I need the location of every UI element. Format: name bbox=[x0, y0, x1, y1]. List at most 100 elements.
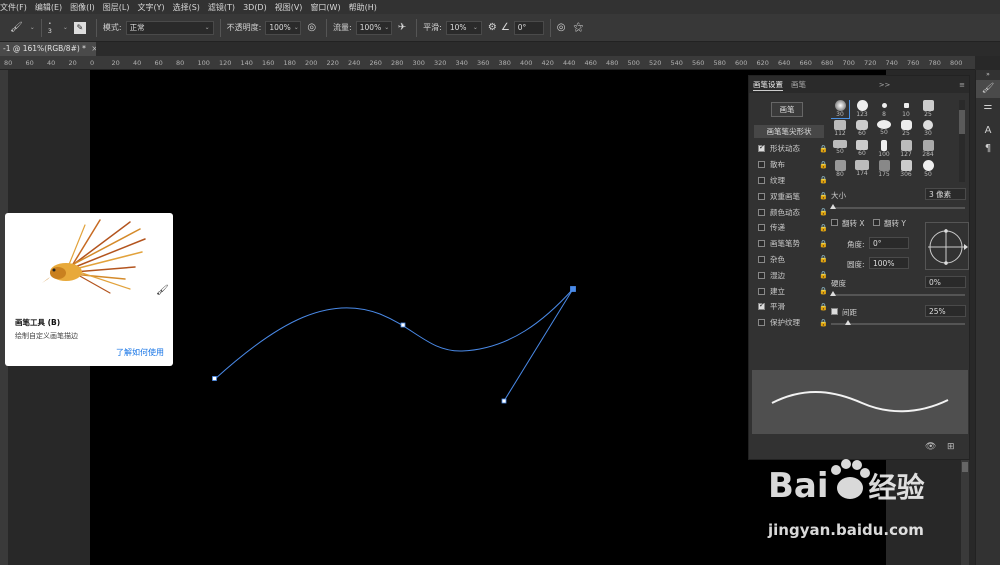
tab-brush-settings[interactable]: 画笔设置 bbox=[753, 79, 783, 91]
menu-window[interactable]: 窗口(W) bbox=[310, 2, 340, 13]
pressure-size-icon[interactable]: ◎ bbox=[557, 22, 566, 33]
new-brush-icon[interactable]: ⊞ bbox=[947, 442, 955, 452]
pressure-opacity-icon[interactable]: ◎ bbox=[307, 22, 316, 33]
menu-select[interactable]: 选择(S) bbox=[173, 2, 200, 13]
smooth-field[interactable]: 10% ⌄ bbox=[445, 20, 482, 35]
checkbox[interactable] bbox=[758, 240, 765, 248]
option-scattering[interactable]: 散布 🔒 bbox=[758, 157, 828, 173]
brush-preset[interactable]: 60 bbox=[853, 140, 871, 157]
slider-knob[interactable] bbox=[845, 320, 851, 325]
option-color-dynamics[interactable]: 颜色动态 🔒 bbox=[758, 204, 828, 220]
symmetry-icon[interactable]: ⚝ bbox=[574, 22, 584, 33]
flip-y-checkbox[interactable] bbox=[873, 219, 880, 226]
spacing-field[interactable]: 25% bbox=[925, 305, 966, 317]
brush-preset[interactable]: 306 bbox=[897, 160, 915, 178]
brush-preset[interactable]: 100 bbox=[875, 140, 893, 158]
brush-preset[interactable]: 60 bbox=[853, 120, 871, 137]
brush-preset[interactable]: 284 bbox=[919, 140, 937, 158]
roundness-field[interactable]: 100% bbox=[869, 257, 909, 269]
panel-menu-icon[interactable]: ≡ bbox=[959, 81, 965, 89]
checkbox[interactable] bbox=[758, 161, 765, 169]
lock-icon[interactable]: 🔒 bbox=[819, 192, 828, 200]
slider-knob[interactable] bbox=[830, 291, 836, 296]
angle-field[interactable]: 0° bbox=[513, 20, 544, 35]
option-noise[interactable]: 杂色 🔒 bbox=[758, 252, 828, 268]
brush-preset[interactable]: 10 bbox=[897, 100, 915, 118]
checkbox[interactable] bbox=[758, 143, 765, 153]
brush-preset[interactable]: 50 bbox=[831, 140, 849, 155]
brush-preset[interactable]: 8 bbox=[875, 100, 893, 118]
option-shape-dynamics[interactable]: 形状动态 🔒 bbox=[758, 141, 828, 157]
airbrush-icon[interactable]: ✈ bbox=[398, 22, 406, 33]
menu-view[interactable]: 视图(V) bbox=[275, 2, 303, 13]
brush-preset[interactable]: 50 bbox=[875, 120, 893, 136]
flow-field[interactable]: 100% ⌄ bbox=[355, 20, 392, 35]
paragraph-panel-icon[interactable]: ¶ bbox=[976, 140, 1000, 158]
learn-how-link[interactable]: 了解如何使用 bbox=[116, 347, 164, 358]
menu-filter[interactable]: 滤镜(T) bbox=[208, 2, 235, 13]
lock-icon[interactable]: 🔒 bbox=[819, 287, 828, 295]
brush-preset[interactable]: 30 bbox=[831, 100, 850, 119]
brush-tip-shape-item[interactable]: 画笔笔尖形状 bbox=[754, 125, 824, 138]
anchor-point[interactable] bbox=[212, 376, 217, 381]
checkbox[interactable] bbox=[758, 287, 765, 295]
lock-icon[interactable]: 🔒 bbox=[819, 176, 828, 184]
spacing-checkbox[interactable] bbox=[831, 308, 838, 315]
brush-preset-picker[interactable]: • 3 bbox=[48, 21, 52, 35]
tab-brushes[interactable]: 画笔 bbox=[791, 79, 806, 90]
lock-icon[interactable]: 🔒 bbox=[819, 161, 828, 169]
checkbox[interactable] bbox=[758, 255, 765, 263]
size-field[interactable]: 3 像素 bbox=[925, 188, 966, 200]
option-transfer[interactable]: 传递 🔒 bbox=[758, 220, 828, 236]
option-smoothing[interactable]: 平滑 🔒 bbox=[758, 299, 828, 315]
checkbox[interactable] bbox=[758, 176, 765, 184]
checkbox[interactable] bbox=[758, 271, 765, 279]
checkbox[interactable] bbox=[758, 319, 765, 327]
brush-preset[interactable]: 123 bbox=[853, 100, 871, 118]
lock-icon[interactable]: 🔒 bbox=[819, 303, 828, 311]
lock-icon[interactable]: 🔒 bbox=[819, 224, 828, 232]
sliders-panel-icon[interactable]: ⚌ bbox=[976, 98, 1000, 116]
brush-preset[interactable]: 112 bbox=[831, 120, 849, 137]
angle-field[interactable]: 0° bbox=[869, 237, 909, 249]
slider-knob[interactable] bbox=[830, 204, 836, 209]
checkbox[interactable] bbox=[758, 301, 765, 311]
hardness-slider[interactable] bbox=[830, 291, 965, 296]
selected-anchor-point[interactable] bbox=[570, 286, 576, 292]
menu-help[interactable]: 帮助(H) bbox=[349, 2, 377, 13]
hardness-field[interactable]: 0% bbox=[925, 276, 966, 288]
brush-settings-panel-icon[interactable]: 🖌 bbox=[976, 80, 1000, 98]
size-slider[interactable] bbox=[830, 204, 965, 209]
brush-preset[interactable]: 127 bbox=[897, 140, 915, 158]
tool-preset-dropdown-icon[interactable]: ⌄ bbox=[30, 24, 35, 31]
panel-collapse-button[interactable]: >> bbox=[879, 81, 891, 89]
lock-icon[interactable]: 🔒 bbox=[819, 240, 828, 248]
flip-x-checkbox[interactable] bbox=[831, 219, 838, 226]
gear-icon[interactable]: ⚙ bbox=[488, 22, 497, 33]
menu-layer[interactable]: 图层(L) bbox=[103, 2, 130, 13]
menu-3d[interactable]: 3D(D) bbox=[243, 3, 267, 12]
toggle-preview-icon[interactable]: 👁 bbox=[925, 442, 936, 452]
character-panel-icon[interactable]: A bbox=[976, 122, 1000, 140]
option-brush-pose[interactable]: 画笔笔势 🔒 bbox=[758, 236, 828, 252]
collapse-icon[interactable]: » bbox=[976, 70, 1000, 80]
brush-preset-dropdown-icon[interactable]: ⌄ bbox=[63, 24, 68, 31]
brush-preset[interactable]: 25 bbox=[897, 120, 915, 137]
direction-handle-point[interactable] bbox=[501, 398, 507, 404]
lock-icon[interactable]: 🔒 bbox=[819, 271, 828, 279]
menu-edit[interactable]: 编辑(E) bbox=[35, 2, 62, 13]
path-curve[interactable] bbox=[214, 288, 574, 380]
brush-preset[interactable]: 50 bbox=[919, 160, 937, 178]
brush-settings-toggle-icon[interactable]: ✎ bbox=[73, 21, 86, 34]
scrollbar-thumb[interactable] bbox=[959, 110, 965, 134]
lock-icon[interactable]: 🔒 bbox=[819, 255, 828, 263]
spacing-slider[interactable] bbox=[831, 320, 965, 325]
option-wet-edges[interactable]: 湿边 🔒 bbox=[758, 267, 828, 283]
brush-preset[interactable]: 175 bbox=[875, 160, 893, 178]
checkbox[interactable] bbox=[758, 208, 765, 216]
angle-roundness-widget[interactable] bbox=[925, 222, 969, 270]
option-protect-texture[interactable]: 保护纹理 🔒 bbox=[758, 315, 828, 331]
option-texture[interactable]: 纹理 🔒 bbox=[758, 173, 828, 189]
opacity-field[interactable]: 100% ⌄ bbox=[265, 20, 302, 35]
mode-select[interactable]: 正常 ⌄ bbox=[125, 20, 214, 35]
